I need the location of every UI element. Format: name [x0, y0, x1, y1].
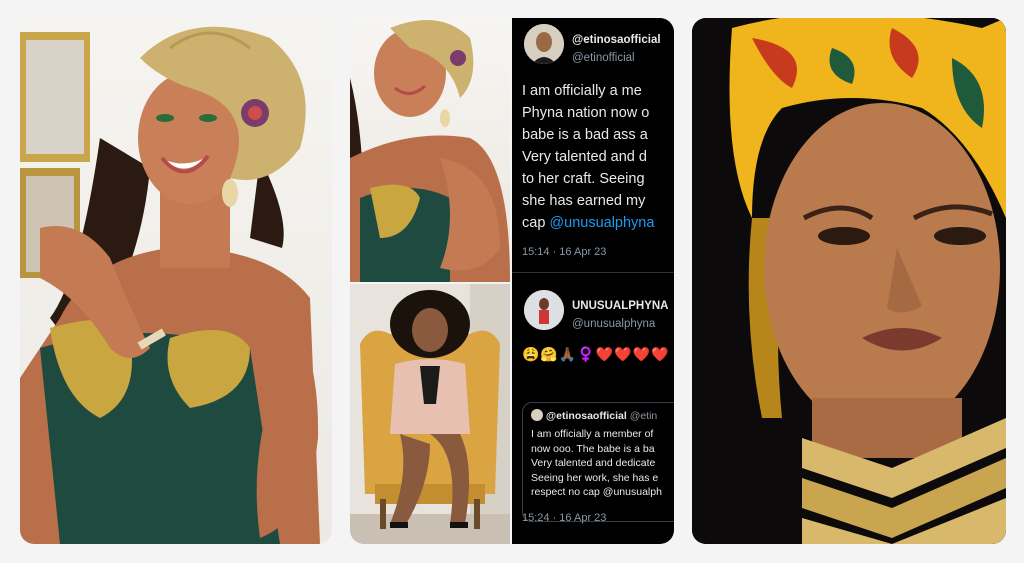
- quoted-display-name: @etinosaofficial: [545, 410, 627, 422]
- photo-illustration: [20, 26, 320, 544]
- tweet-text-line: I am officially a me: [522, 83, 642, 99]
- tweet-handle[interactable]: @unusualphyna: [572, 318, 655, 330]
- avatar[interactable]: [524, 290, 564, 330]
- quoted-mention: @unusualph: [602, 486, 662, 498]
- photo-woman-portrait-headwrap[interactable]: [692, 18, 1006, 544]
- quoted-text-line: I am officially a member of: [531, 428, 654, 440]
- tweet-text-line: babe is a bad ass a: [522, 127, 648, 143]
- tweet-text-line: Phyna nation now o: [522, 105, 650, 121]
- tweet-text-line: cap: [522, 215, 550, 231]
- tweet-display-name[interactable]: UNUSUALPHYNA: [572, 300, 668, 312]
- tweet-emoji-line: 😩🤗🙏🏾♀️❤️❤️❤️❤️: [522, 346, 670, 362]
- photo-woman-gold-headwrap-crop[interactable]: [350, 18, 510, 282]
- mention-link[interactable]: @unusualphyna: [549, 215, 654, 231]
- divider: [512, 272, 674, 273]
- tweet-display-name[interactable]: @etinosaofficial: [572, 34, 661, 46]
- quoted-text-line: Very talented and dedicate: [531, 457, 656, 469]
- avatar: [531, 409, 543, 421]
- photo-woman-gold-headwrap[interactable]: [20, 18, 332, 544]
- avatar[interactable]: [524, 24, 564, 64]
- tweet-text-line: to her craft. Seeing: [522, 171, 645, 187]
- tweet-timestamp[interactable]: 15:24 · 16 Apr 23: [522, 512, 674, 524]
- tweet-text-line: she has earned my: [522, 193, 646, 209]
- avatar-image: [524, 24, 564, 64]
- quoted-text-line: respect no cap: [531, 486, 603, 498]
- avatar-image: [524, 290, 564, 330]
- quoted-tweet[interactable]: @etinosaofficial @etin I am officially a…: [522, 402, 674, 522]
- quoted-text-line: now ooo. The babe is a ba: [531, 442, 655, 455]
- tweet-text-line: Very talented and d: [522, 149, 647, 165]
- photo-illustration: [692, 18, 1006, 544]
- photo-woman-pink-blazer-chair[interactable]: [350, 284, 510, 544]
- tweet-handle[interactable]: @etinofficial: [572, 52, 635, 64]
- quoted-handle: @etin: [629, 410, 658, 422]
- tweet-screenshot: @etinosaofficial @etinofficial I am offi…: [512, 18, 674, 544]
- photo-illustration: [350, 20, 510, 282]
- photo-illustration: [350, 284, 510, 544]
- tweet-timestamp[interactable]: 15:14 · 16 Apr 23: [522, 246, 674, 258]
- quoted-text-line: Seeing her work, she has e: [531, 471, 659, 484]
